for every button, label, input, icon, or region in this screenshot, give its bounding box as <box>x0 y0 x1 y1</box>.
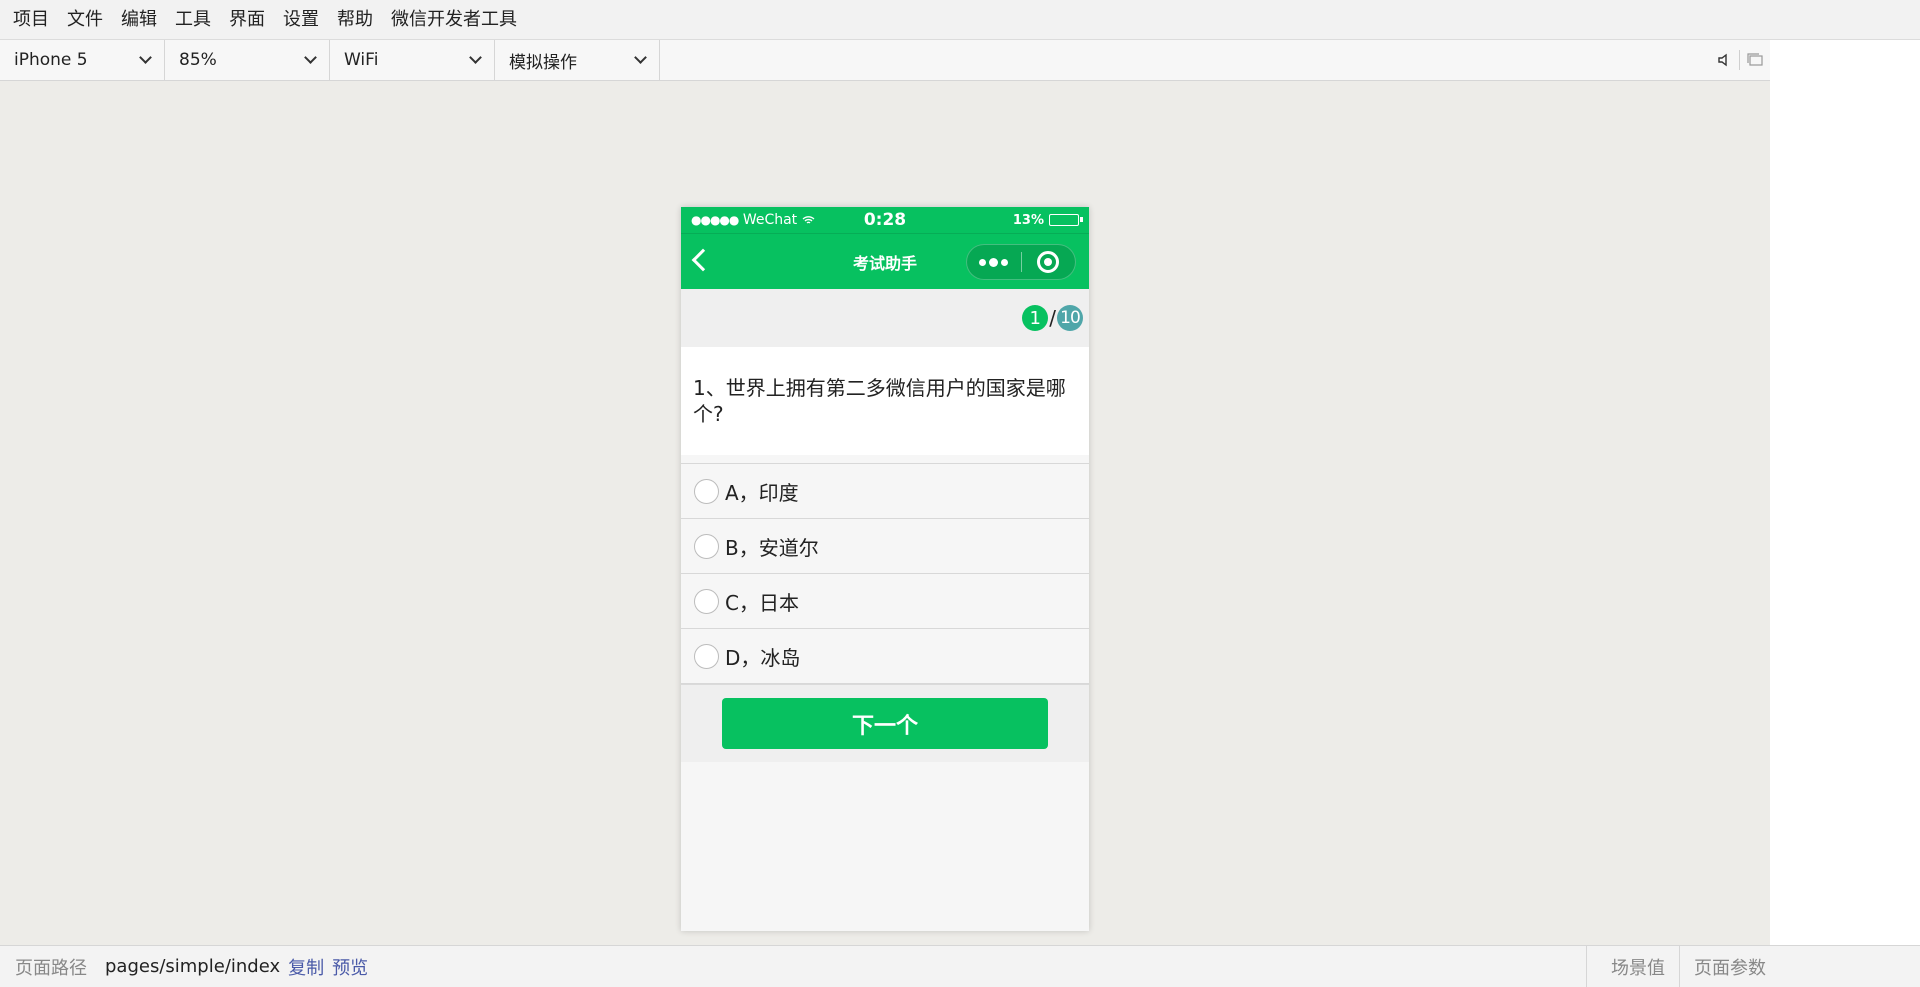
menu-view[interactable]: 界面 <box>220 0 274 40</box>
more-button[interactable] <box>967 257 1021 267</box>
more-dot-icon <box>1001 258 1009 266</box>
device-select-value: iPhone 5 <box>14 50 88 70</box>
more-dot-icon <box>989 257 999 267</box>
toolbar-right-icons <box>1709 40 1770 80</box>
target-icon <box>1037 251 1060 273</box>
option-b[interactable]: B，安道尔 <box>681 519 1089 574</box>
radio-button[interactable] <box>694 643 719 669</box>
chevron-down-icon <box>469 51 482 64</box>
question-text: 1、世界上拥有第二多微信用户的国家是哪个? <box>681 347 1089 455</box>
menu-file[interactable]: 文件 <box>58 0 112 40</box>
option-label: B，安道尔 <box>725 535 819 560</box>
total-questions-badge: 10 <box>1057 305 1083 331</box>
current-question-badge: 1 <box>1022 305 1049 331</box>
zoom-select[interactable]: 85% <box>165 40 330 80</box>
operation-select-value: 模拟操作 <box>509 52 577 73</box>
radio-button[interactable] <box>694 478 719 504</box>
page-path-value: pages/simple/index <box>105 956 281 977</box>
option-d[interactable]: D，冰岛 <box>681 629 1089 684</box>
right-blank-panel <box>1770 40 1920 945</box>
volume-icon[interactable] <box>1709 40 1739 80</box>
battery-indicator: 13% <box>1012 212 1083 228</box>
menu-tools[interactable]: 工具 <box>166 0 220 40</box>
option-label: A，印度 <box>725 480 799 505</box>
next-question-button[interactable]: 下一个 <box>722 698 1048 749</box>
menu-devtools[interactable]: 微信开发者工具 <box>382 0 526 40</box>
scene-value-button[interactable]: 场景值 <box>1586 946 1679 987</box>
carrier-name: WeChat <box>742 212 798 228</box>
simulator-canvas: ●●●●● WeChat 0:28 13% 考试助手 1 / 10 1、世界上拥… <box>0 81 1770 945</box>
phone-nav-bar: 考试助手 <box>681 233 1089 289</box>
menu-settings[interactable]: 设置 <box>274 0 328 40</box>
radio-button[interactable] <box>694 533 719 559</box>
battery-percent: 13% <box>1012 212 1044 228</box>
carrier-signal: ●●●●● WeChat <box>691 212 815 228</box>
option-a[interactable]: A，印度 <box>681 464 1089 519</box>
progress-separator: / <box>1049 306 1056 330</box>
radio-button[interactable] <box>694 588 719 614</box>
network-select[interactable]: WiFi <box>330 40 495 80</box>
question-progress: 1 / 10 <box>681 289 1089 347</box>
menu-capsule <box>966 244 1076 280</box>
menu-help[interactable]: 帮助 <box>328 0 382 40</box>
option-label: C，日本 <box>725 590 799 615</box>
chevron-down-icon <box>139 51 152 64</box>
option-c[interactable]: C，日本 <box>681 574 1089 629</box>
progress-indicator: 1 / 10 <box>1022 305 1083 331</box>
menu-bar: 项目 文件 编辑 工具 界面 设置 帮助 微信开发者工具 <box>0 0 1920 40</box>
wifi-icon <box>802 216 815 224</box>
option-label: D，冰岛 <box>725 645 801 670</box>
network-select-value: WiFi <box>344 50 379 70</box>
bottom-status-bar: 页面路径 pages/simple/index 复制 预览 场景值 页面参数 <box>0 945 1920 987</box>
close-miniprogram-button[interactable] <box>1021 251 1075 273</box>
preview-link[interactable]: 预览 <box>332 954 368 980</box>
simulator-toolbar: iPhone 5 85% WiFi 模拟操作 <box>0 40 1770 81</box>
phone-simulator: ●●●●● WeChat 0:28 13% 考试助手 1 / 10 1、世界上拥… <box>681 207 1089 931</box>
next-button-area: 下一个 <box>681 684 1089 762</box>
bottom-right-controls: 场景值 页面参数 <box>1586 946 1770 987</box>
page-params-button[interactable]: 页面参数 <box>1679 946 1770 987</box>
zoom-select-value: 85% <box>179 50 217 70</box>
answer-options: A，印度 B，安道尔 C，日本 D，冰岛 <box>681 463 1089 684</box>
more-dot-icon <box>979 258 987 266</box>
chevron-down-icon <box>304 51 317 64</box>
phone-status-bar: ●●●●● WeChat 0:28 13% <box>681 207 1089 233</box>
chevron-down-icon <box>634 51 647 64</box>
operation-select[interactable]: 模拟操作 <box>495 40 660 80</box>
window-icon[interactable] <box>1740 40 1770 80</box>
menu-edit[interactable]: 编辑 <box>112 0 166 40</box>
device-select[interactable]: iPhone 5 <box>0 40 165 80</box>
signal-dots: ●●●●● <box>691 213 739 227</box>
page-path-label: 页面路径 <box>15 957 87 979</box>
menu-project[interactable]: 项目 <box>4 0 58 40</box>
copy-path-link[interactable]: 复制 <box>288 954 324 980</box>
battery-icon <box>1049 214 1083 226</box>
